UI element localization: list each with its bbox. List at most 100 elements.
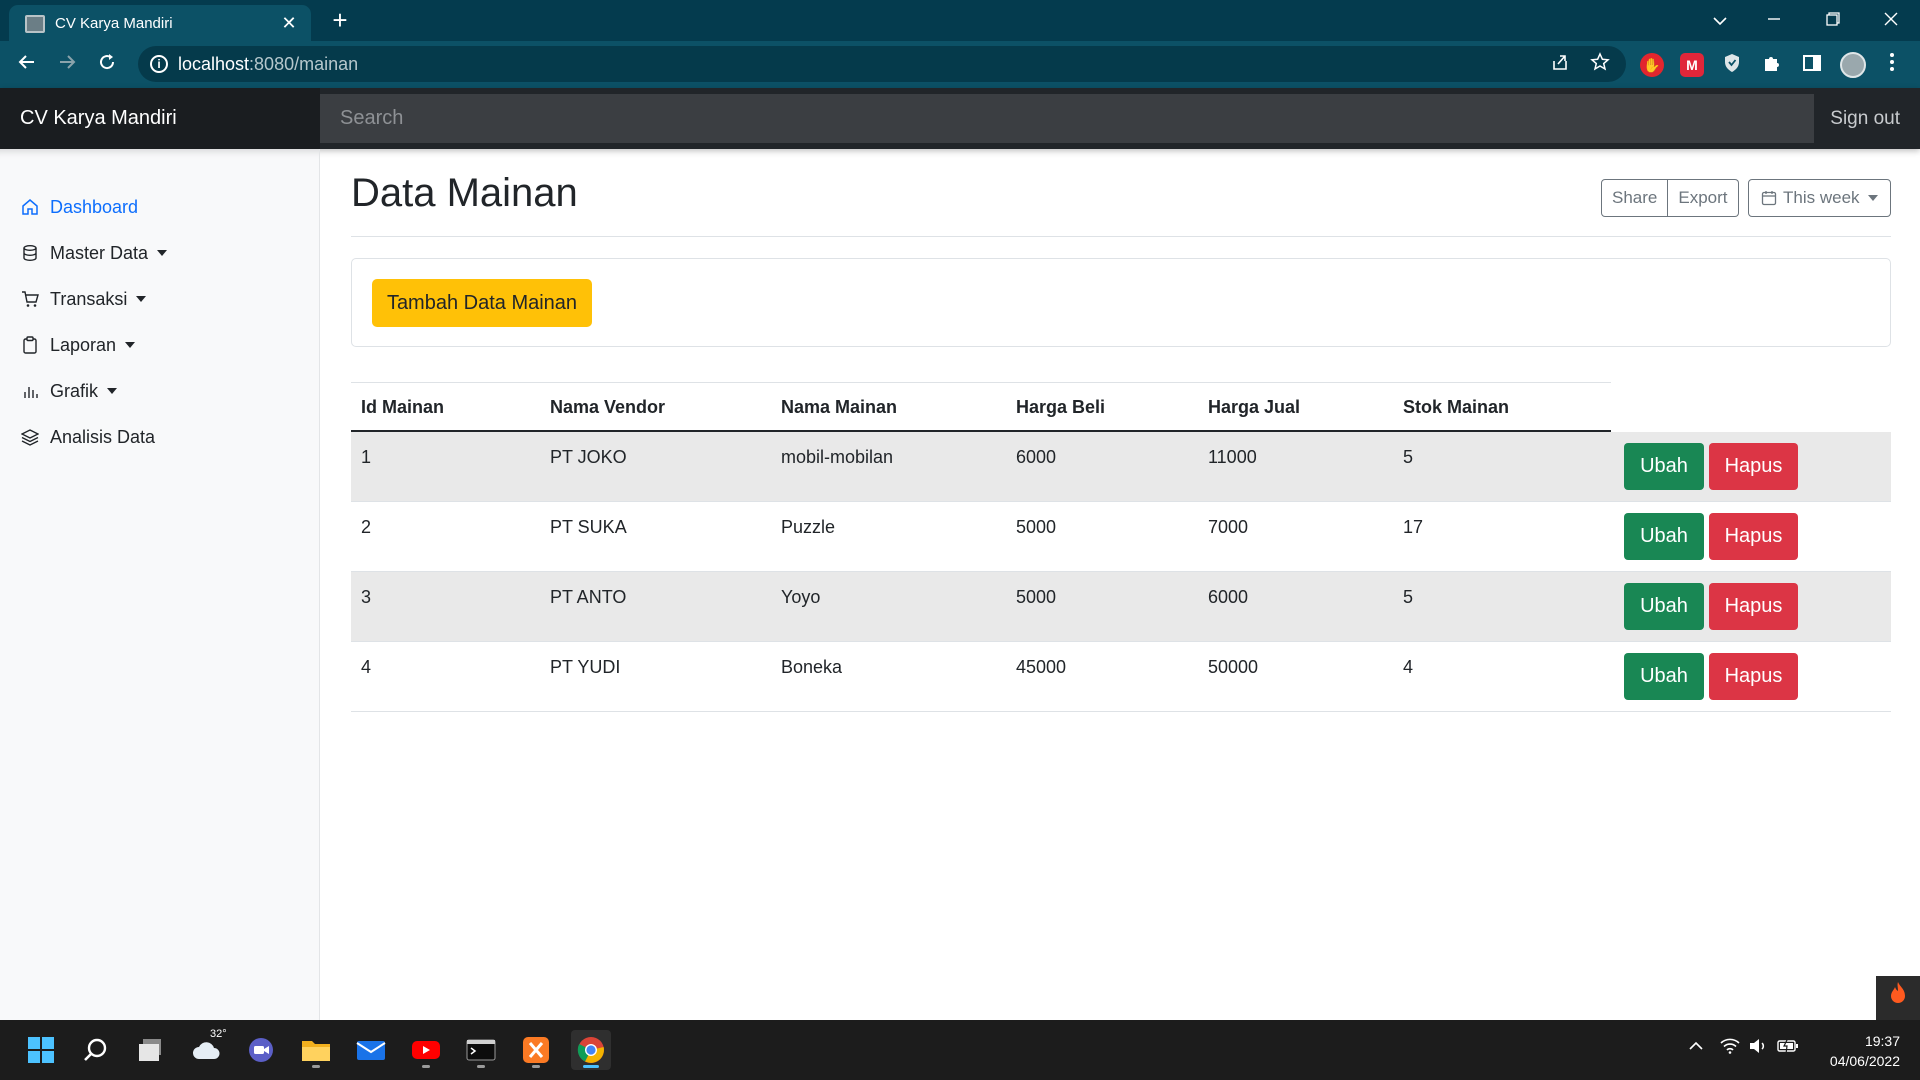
task-view-icon[interactable] bbox=[131, 1030, 171, 1070]
browser-tab-bar: CV Karya Mandiri ✕ + bbox=[0, 0, 1920, 41]
clock-time: 19:37 bbox=[1864, 1033, 1900, 1049]
profile-avatar[interactable] bbox=[1840, 52, 1866, 78]
edit-button[interactable]: Ubah bbox=[1624, 653, 1704, 700]
export-button[interactable]: Export bbox=[1668, 179, 1739, 217]
calendar-icon bbox=[1761, 190, 1777, 206]
bookmark-star-icon[interactable] bbox=[1588, 52, 1612, 76]
cell-vendor: PT ANTO bbox=[550, 587, 627, 607]
caret-down-icon bbox=[107, 388, 118, 394]
add-mainan-button[interactable]: Tambah Data Mainan bbox=[372, 279, 592, 327]
search-input[interactable] bbox=[320, 94, 1814, 143]
sidebar-item-dashboard[interactable]: Dashboard bbox=[20, 192, 138, 222]
cell-harga-beli: 5000 bbox=[1016, 517, 1057, 537]
edit-button[interactable]: Ubah bbox=[1624, 513, 1704, 560]
taskbar-clock[interactable]: 19:37 04/06/2022 bbox=[1830, 1031, 1900, 1071]
layers-icon bbox=[20, 427, 40, 447]
delete-button[interactable]: Hapus bbox=[1709, 513, 1798, 560]
cell-id: 3 bbox=[361, 587, 372, 607]
favicon-icon bbox=[25, 15, 45, 33]
cell-nama: Puzzle bbox=[781, 517, 836, 537]
youtube-icon[interactable] bbox=[406, 1030, 446, 1070]
forward-arrow-icon[interactable] bbox=[52, 50, 82, 80]
delete-button[interactable]: Hapus bbox=[1709, 443, 1798, 490]
xampp-icon[interactable] bbox=[516, 1030, 556, 1070]
browser-menu-icon[interactable] bbox=[1880, 50, 1904, 80]
sidebar-item-laporan[interactable]: Laporan bbox=[20, 330, 136, 360]
sidebar-item-grafik[interactable]: Grafik bbox=[20, 376, 118, 406]
site-info-icon[interactable]: i bbox=[150, 55, 168, 73]
cart-icon bbox=[20, 289, 40, 309]
sign-out-link[interactable]: Sign out bbox=[1830, 88, 1900, 149]
cell-id: 1 bbox=[361, 447, 372, 467]
terminal-icon[interactable] bbox=[461, 1030, 501, 1070]
extension-mendeley-icon[interactable]: M bbox=[1680, 53, 1704, 77]
close-window-icon[interactable] bbox=[1871, 4, 1911, 36]
bar-chart-icon bbox=[20, 381, 40, 401]
sidebar-item-label: Master Data bbox=[50, 242, 149, 263]
share-page-icon[interactable] bbox=[1548, 52, 1572, 76]
back-arrow-icon[interactable] bbox=[12, 50, 42, 80]
tab-search-chevron-icon[interactable] bbox=[1700, 4, 1740, 36]
tab-close-icon[interactable]: ✕ bbox=[277, 11, 301, 35]
cell-harga-jual: 6000 bbox=[1208, 587, 1249, 607]
extension-shield-icon[interactable] bbox=[1720, 53, 1744, 77]
edit-button[interactable]: Ubah bbox=[1624, 443, 1704, 490]
url-text[interactable]: localhost:8080/mainan bbox=[178, 54, 358, 75]
address-bar[interactable]: i localhost:8080/mainan bbox=[138, 46, 1626, 82]
tray-overflow-chevron-icon[interactable] bbox=[1686, 1038, 1706, 1062]
file-explorer-icon[interactable] bbox=[296, 1030, 336, 1070]
side-panel-icon[interactable] bbox=[1800, 53, 1824, 77]
clipboard-icon bbox=[20, 335, 40, 355]
reload-icon[interactable] bbox=[92, 50, 122, 80]
minimize-icon[interactable] bbox=[1754, 4, 1794, 36]
extension-stop-icon[interactable]: ✋ bbox=[1640, 53, 1664, 77]
sidebar-item-label: Transaksi bbox=[50, 288, 128, 309]
restore-icon[interactable] bbox=[1813, 4, 1853, 36]
volume-icon[interactable] bbox=[1746, 1038, 1770, 1062]
edit-button[interactable]: Ubah bbox=[1624, 583, 1704, 630]
this-week-label: This week bbox=[1783, 188, 1860, 207]
header-stok-mainan: Stok Mainan bbox=[1403, 397, 1510, 417]
brand-logo[interactable]: CV Karya Mandiri bbox=[0, 88, 320, 149]
cell-id: 2 bbox=[361, 517, 372, 537]
mainan-table: Id Mainan Nama Vendor Nama Mainan Harga … bbox=[351, 382, 1891, 712]
cell-vendor: PT YUDI bbox=[550, 657, 621, 677]
cell-stok: 17 bbox=[1403, 517, 1424, 537]
browser-tab[interactable]: CV Karya Mandiri ✕ bbox=[9, 5, 311, 41]
windows-taskbar: 32° 19:37 04/06/2022 bbox=[0, 1020, 1920, 1080]
sidebar-item-transaksi[interactable]: Transaksi bbox=[20, 284, 147, 314]
battery-charging-icon[interactable] bbox=[1776, 1037, 1800, 1062]
header-harga-beli: Harga Beli bbox=[1016, 397, 1106, 417]
home-icon bbox=[20, 197, 40, 217]
cell-harga-jual: 7000 bbox=[1208, 517, 1249, 537]
extensions-puzzle-icon[interactable] bbox=[1760, 53, 1784, 77]
wifi-icon[interactable] bbox=[1718, 1038, 1742, 1062]
delete-button[interactable]: Hapus bbox=[1709, 583, 1798, 630]
sidebar-item-analisis-data[interactable]: Analisis Data bbox=[20, 422, 155, 452]
debug-toolbar-flame-icon[interactable] bbox=[1876, 976, 1920, 1020]
header-nama-vendor: Nama Vendor bbox=[550, 397, 666, 417]
windows-start-icon[interactable] bbox=[21, 1030, 61, 1070]
sidebar-item-master-data[interactable]: Master Data bbox=[20, 238, 168, 268]
app-navbar: CV Karya Mandiri Sign out bbox=[0, 88, 1920, 149]
cell-id: 4 bbox=[361, 657, 372, 677]
cell-harga-jual: 50000 bbox=[1208, 657, 1259, 677]
share-button[interactable]: Share bbox=[1601, 179, 1669, 217]
mail-icon[interactable] bbox=[351, 1030, 391, 1070]
caret-down-icon bbox=[157, 250, 168, 256]
search-icon[interactable] bbox=[76, 1030, 116, 1070]
weather-temperature: 32° bbox=[210, 1028, 227, 1040]
meet-video-icon[interactable] bbox=[241, 1030, 281, 1070]
new-tab-button[interactable]: + bbox=[326, 7, 354, 35]
cell-stok: 5 bbox=[1403, 447, 1414, 467]
table-row: 3 PT ANTO Yoyo 5000 6000 5 Ubah Hapus bbox=[351, 572, 1891, 642]
browser-toolbar: i localhost:8080/mainan ✋ M bbox=[0, 41, 1920, 88]
main-content: Data Mainan Share Export This week Tamba… bbox=[321, 149, 1920, 1020]
toolbar-button-group: Share Export bbox=[1601, 179, 1739, 217]
cell-harga-beli: 6000 bbox=[1016, 447, 1057, 467]
this-week-dropdown[interactable]: This week bbox=[1748, 179, 1891, 217]
cell-stok: 4 bbox=[1403, 657, 1414, 677]
sidebar-item-label: Grafik bbox=[50, 380, 99, 401]
chrome-icon[interactable] bbox=[571, 1030, 611, 1070]
delete-button[interactable]: Hapus bbox=[1709, 653, 1798, 700]
